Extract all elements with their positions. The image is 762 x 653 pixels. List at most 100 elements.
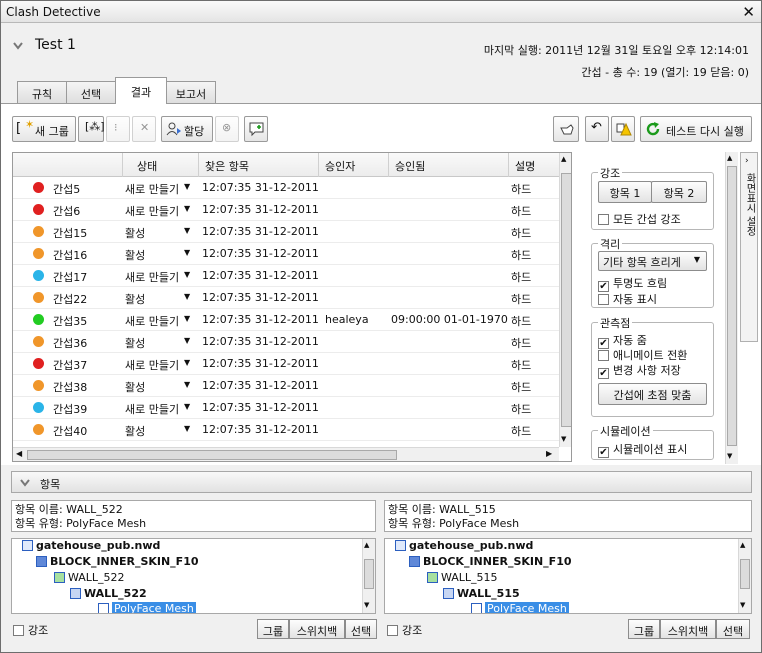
- item2-group-button[interactable]: 그룹: [628, 619, 660, 639]
- chevron-down-icon[interactable]: [13, 41, 23, 51]
- table-row[interactable]: 간섭17 새로 만들기 ▼ 12:07:35 31-12-2011 하드: [13, 265, 559, 287]
- focus-on-clash-button[interactable]: 간섭에 초점 맞춤: [598, 383, 707, 405]
- status-dropdown-icon[interactable]: ▼: [184, 270, 190, 279]
- col-header-name[interactable]: [13, 153, 123, 177]
- tree-node-geometry[interactable]: PolyFace Mesh: [471, 602, 569, 613]
- compact-button[interactable]: [611, 116, 635, 142]
- tab-select[interactable]: 선택: [66, 81, 116, 103]
- item1-select-button[interactable]: 선택: [345, 619, 377, 639]
- new-group-button[interactable]: [ ✶ 새 그룹: [12, 116, 76, 142]
- tab-rules[interactable]: 규칙: [17, 81, 67, 103]
- col-header-approved[interactable]: 승인됨: [389, 153, 509, 177]
- items-section-header[interactable]: 항목: [11, 471, 752, 493]
- highlight-all-checkbox[interactable]: 모든 간섭 강조: [598, 211, 681, 227]
- animate-transitions-checkbox[interactable]: 애니메이트 전환: [598, 347, 687, 363]
- status-dropdown-icon[interactable]: ▼: [184, 402, 190, 411]
- table-row[interactable]: 간섭22 활성 ▼ 12:07:35 31-12-2011 하드: [13, 287, 559, 309]
- tree-scroll-up-icon[interactable]: ▲: [740, 541, 745, 549]
- table-row[interactable]: 간섭39 새로 만들기 ▼ 12:07:35 31-12-2011 하드: [13, 397, 559, 419]
- status-dropdown-icon[interactable]: ▼: [184, 424, 190, 433]
- table-row[interactable]: 간섭37 새로 만들기 ▼ 12:07:35 31-12-2011 하드: [13, 353, 559, 375]
- group-clashes-button[interactable]: [⁂]: [78, 116, 105, 142]
- transparent-dimming-checkbox[interactable]: ✔ 투명도 흐림: [598, 275, 667, 292]
- item1-group-button[interactable]: 그룹: [257, 619, 289, 639]
- grid-horizontal-scrollbar[interactable]: ◀ ▶: [13, 447, 559, 461]
- add-comment-button[interactable]: [244, 116, 268, 142]
- status-dropdown-icon[interactable]: ▼: [184, 204, 190, 213]
- table-row[interactable]: 간섭6 새로 만들기 ▼ 12:07:35 31-12-2011 하드: [13, 199, 559, 221]
- table-row[interactable]: 간섭15 활성 ▼ 12:07:35 31-12-2011 하드: [13, 221, 559, 243]
- table-row[interactable]: 간섭35 새로 만들기 ▼ 12:07:35 31-12-2011 healeya 09:…: [13, 309, 559, 331]
- table-row[interactable]: 간섭5 새로 만들기 ▼ 12:07:35 31-12-2011 하드: [13, 177, 559, 199]
- item2-tree-thumb[interactable]: [740, 559, 750, 589]
- item1-tree-thumb[interactable]: [364, 559, 374, 589]
- tree-scroll-down-icon[interactable]: ▼: [364, 601, 369, 609]
- grid-vertical-thumb[interactable]: [561, 173, 571, 427]
- tree-scroll-up-icon[interactable]: ▲: [364, 541, 369, 549]
- highlight-all-box[interactable]: [598, 214, 609, 225]
- grid-vertical-scrollbar[interactable]: ▲ ▼: [559, 153, 571, 447]
- scroll-down-icon[interactable]: ▼: [561, 435, 566, 443]
- highlight-item2-button[interactable]: 항목 2: [651, 181, 707, 203]
- item1-highlight-box[interactable]: [13, 625, 24, 636]
- status-dropdown-icon[interactable]: ▼: [184, 292, 190, 301]
- tree-node-file[interactable]: gatehouse_pub.nwd: [22, 539, 160, 552]
- unassign-button[interactable]: ⊗: [215, 116, 239, 142]
- explode-group-button[interactable]: ✕: [132, 116, 156, 142]
- status-dropdown-icon[interactable]: ▼: [184, 248, 190, 257]
- tab-results[interactable]: 결과: [115, 77, 167, 104]
- tree-node-group[interactable]: WALL_515: [427, 571, 498, 584]
- scroll-left-icon[interactable]: ◀: [16, 449, 22, 458]
- tree-node-object[interactable]: WALL_515: [443, 587, 520, 600]
- assign-button[interactable]: 할당: [161, 116, 213, 142]
- col-header-approver[interactable]: 승인자: [319, 153, 389, 177]
- auto-reveal-checkbox[interactable]: 자동 표시: [598, 291, 657, 307]
- status-dropdown-icon[interactable]: ▼: [184, 380, 190, 389]
- close-icon[interactable]: ✕: [742, 3, 755, 21]
- item1-highlight-checkbox[interactable]: 강조: [13, 622, 48, 638]
- isolate-dropdown[interactable]: 기타 항목 흐리게 ▼: [598, 251, 707, 271]
- col-header-status[interactable]: 상태: [123, 153, 199, 177]
- status-dropdown-icon[interactable]: ▼: [184, 226, 190, 235]
- tree-node-layer[interactable]: BLOCK_INNER_SKIN_F10: [409, 555, 572, 568]
- table-row[interactable]: 간섭36 활성 ▼ 12:07:35 31-12-2011 하드: [13, 331, 559, 353]
- show-simulation-box[interactable]: ✔: [598, 447, 609, 458]
- item2-switchback-button[interactable]: 스위치백: [660, 619, 716, 639]
- tree-scroll-down-icon[interactable]: ▼: [740, 601, 745, 609]
- status-dropdown-icon[interactable]: ▼: [184, 336, 190, 345]
- status-dropdown-icon[interactable]: ▼: [184, 358, 190, 367]
- item2-highlight-checkbox[interactable]: 강조: [387, 622, 422, 638]
- animate-transitions-box[interactable]: [598, 350, 609, 361]
- tree-node-group[interactable]: WALL_522: [54, 571, 125, 584]
- save-changes-box[interactable]: ✔: [598, 368, 609, 379]
- table-row[interactable]: 간섭38 활성 ▼ 12:07:35 31-12-2011 하드: [13, 375, 559, 397]
- highlight-item1-button[interactable]: 항목 1: [598, 181, 652, 203]
- tree-node-layer[interactable]: BLOCK_INNER_SKIN_F10: [36, 555, 199, 568]
- tree-node-file[interactable]: gatehouse_pub.nwd: [395, 539, 533, 552]
- item1-switchback-button[interactable]: 스위치백: [289, 619, 345, 639]
- col-header-description[interactable]: 설명: [509, 153, 559, 177]
- col-header-found[interactable]: 찾은 항목: [199, 153, 319, 177]
- side-scroll-down-icon[interactable]: ▼: [727, 452, 732, 460]
- table-row[interactable]: 간섭16 활성 ▼ 12:07:35 31-12-2011 하드: [13, 243, 559, 265]
- remove-from-group-button[interactable]: ⁝: [106, 116, 130, 142]
- status-dropdown-icon[interactable]: ▼: [184, 182, 190, 191]
- side-panel-thumb[interactable]: [727, 166, 737, 446]
- item1-tree-scrollbar[interactable]: ▲ ▼: [362, 539, 375, 613]
- item2-highlight-box[interactable]: [387, 625, 398, 636]
- item2-select-button[interactable]: 선택: [716, 619, 750, 639]
- status-dropdown-icon[interactable]: ▼: [184, 314, 190, 323]
- select-pointer-button[interactable]: [553, 116, 579, 142]
- table-row[interactable]: 간섭40 활성 ▼ 12:07:35 31-12-2011 하드: [13, 419, 559, 441]
- tree-node-object[interactable]: WALL_522: [70, 587, 147, 600]
- display-settings-tab[interactable]: › 화면표시 설정: [740, 152, 758, 342]
- side-panel-scrollbar[interactable]: ▲ ▼: [725, 152, 738, 464]
- save-changes-checkbox[interactable]: ✔ 변경 사항 저장: [598, 362, 681, 379]
- side-scroll-up-icon[interactable]: ▲: [727, 154, 732, 162]
- rerun-test-button[interactable]: 테스트 다시 실행: [640, 116, 752, 142]
- auto-reveal-box[interactable]: [598, 294, 609, 305]
- grid-horizontal-thumb[interactable]: [27, 450, 397, 460]
- item2-tree-scrollbar[interactable]: ▲ ▼: [738, 539, 751, 613]
- tree-node-geometry[interactable]: PolyFace Mesh: [98, 602, 196, 613]
- reset-button[interactable]: ↶: [585, 116, 609, 142]
